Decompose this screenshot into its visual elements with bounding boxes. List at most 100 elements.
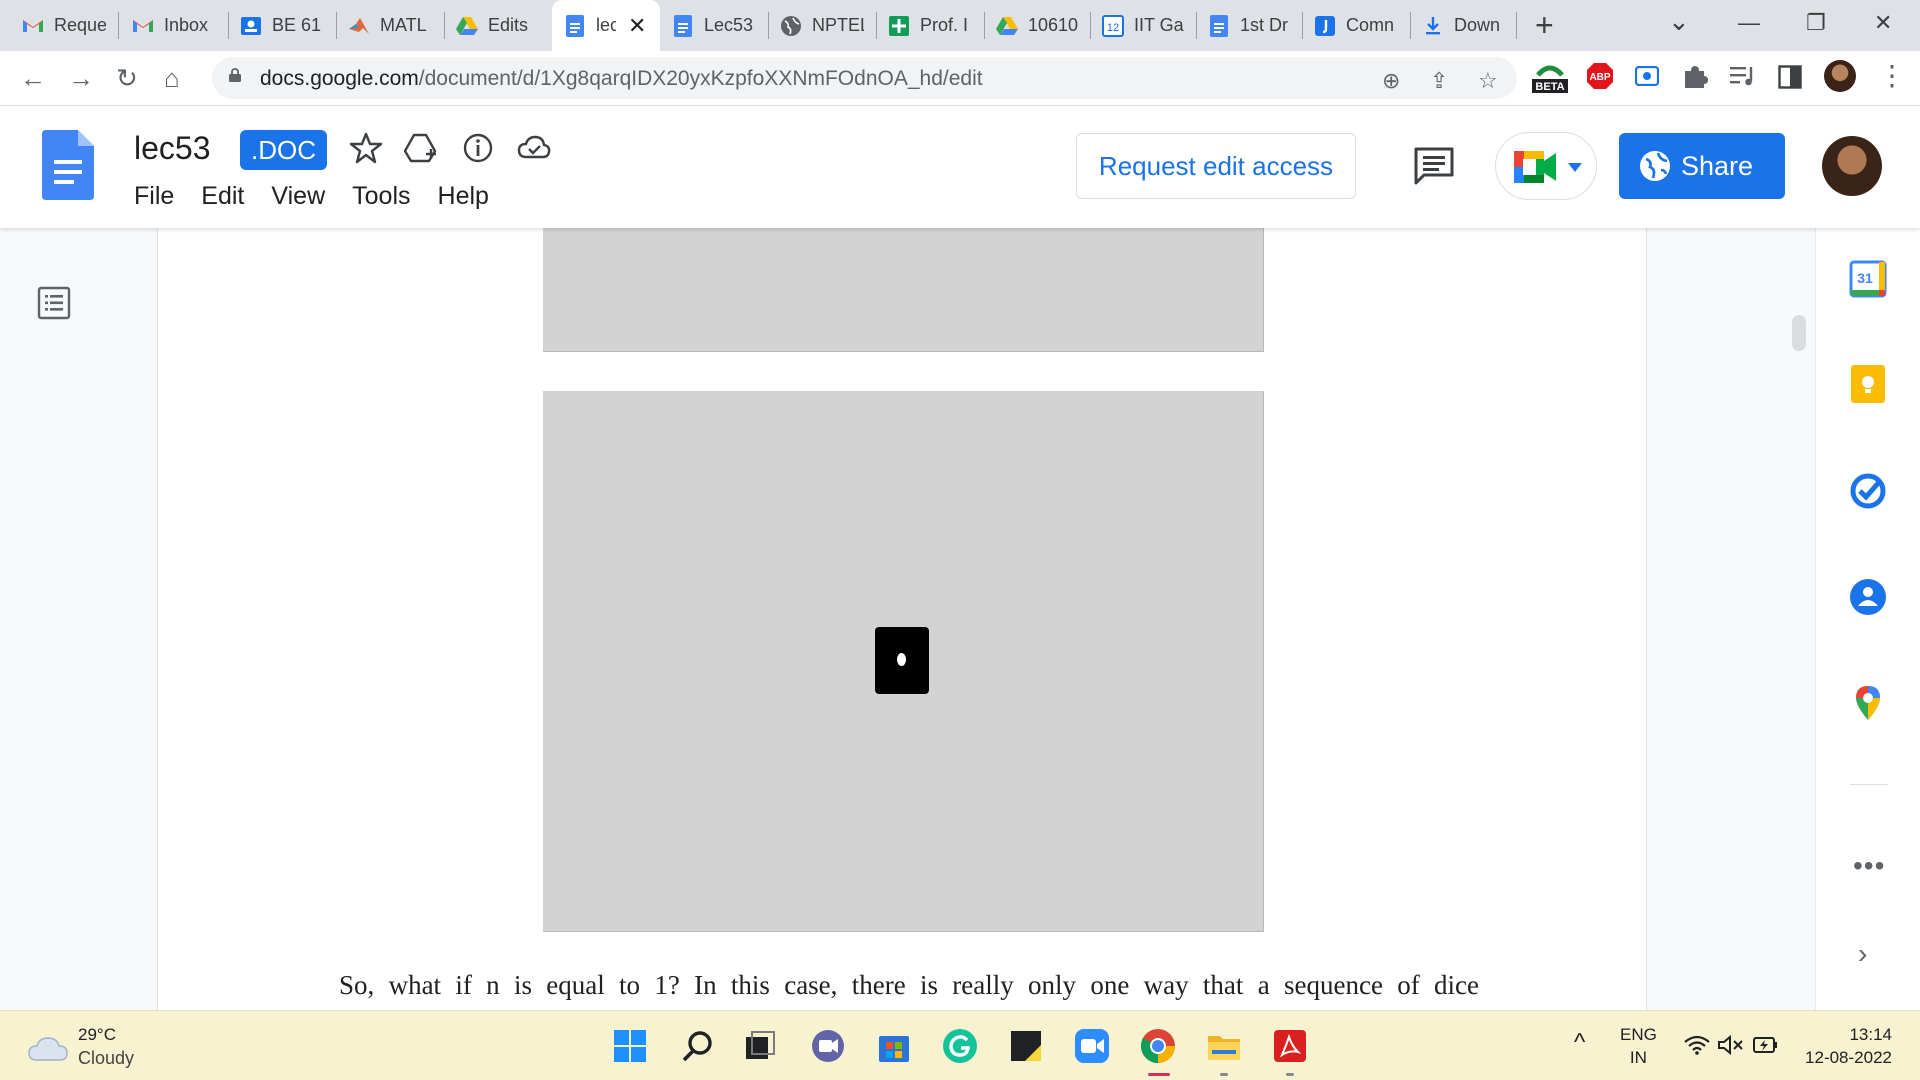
reload-icon[interactable]: ↻ [116,63,138,93]
acrobat-reader-icon[interactable] [1272,1028,1308,1064]
battery-charging-icon[interactable] [1752,1033,1780,1057]
embedded-image[interactable] [543,228,1264,352]
input-language-indicator[interactable]: ENG IN [1620,1023,1657,1069]
menu-file[interactable]: File [134,182,174,211]
lock-icon[interactable] [229,68,241,82]
browser-tab[interactable]: Prof. I [888,0,972,51]
request-edit-access-button[interactable]: Request edit access [1076,133,1356,199]
media-control-icon[interactable] [1730,65,1756,92]
browser-tab[interactable]: Inbox [132,0,216,51]
svg-text:ABP: ABP [1589,72,1610,83]
adblock-icon[interactable]: ABP [1586,62,1614,95]
meet-icon [1514,151,1556,183]
scrollbar-thumb[interactable] [1792,315,1806,351]
tasks-icon[interactable] [1849,472,1887,510]
minimize-icon[interactable]: — [1738,10,1760,36]
document-page[interactable]: So, what if n is equal to 1? In this cas… [157,228,1647,1010]
browser-tab[interactable]: BE 61 [240,0,324,51]
system-clock[interactable]: 13:14 12-08-2022 [1796,1023,1892,1069]
more-icon[interactable]: ••• [1853,850,1885,882]
zoom-app-icon[interactable] [1074,1028,1110,1064]
show-hidden-icons-icon[interactable]: ^ [1574,1029,1585,1057]
file-explorer-icon[interactable] [1206,1028,1242,1064]
beta-extension-icon[interactable]: BETA [1530,57,1570,102]
back-arrow-icon[interactable]: ← [20,63,46,93]
keep-icon[interactable] [1849,365,1887,403]
restore-icon[interactable]: ❐ [1806,10,1826,36]
browser-tab[interactable]: NPTEL [780,0,864,51]
zoom-icon[interactable]: ⊕ [1382,68,1400,94]
search-icon[interactable] [680,1028,716,1064]
close-window-icon[interactable]: ✕ [1874,10,1892,36]
document-outline-icon[interactable] [37,286,71,320]
user-avatar[interactable] [1822,136,1882,196]
star-icon[interactable] [348,130,384,166]
address-bar[interactable]: docs.google.com/document/d/1Xg8qarqIDX20… [212,57,1517,99]
contacts-icon[interactable] [1849,578,1887,616]
browser-tab[interactable]: Down [1422,0,1506,51]
grammarly-icon[interactable] [942,1028,978,1064]
move-to-drive-icon[interactable] [402,130,438,166]
browser-menu-icon[interactable]: ⋮ [1878,61,1906,91]
browser-toolbar: ← → ↻ ⌂ docs.google.com/document/d/1Xg8q… [0,51,1920,106]
new-tab-button[interactable]: + [1535,8,1554,42]
docs-header: lec53 .DOC File Edit View Tools Help Req… [0,106,1920,228]
cloud-saved-icon[interactable] [516,130,552,166]
calendar-icon: 12 [1102,14,1124,37]
browser-tab[interactable]: Lec53 [672,0,756,51]
forward-arrow-icon[interactable]: → [68,63,94,93]
acrobat-running-indicator [1286,1073,1294,1076]
menu-edit[interactable]: Edit [201,182,244,211]
chevron-right-icon[interactable]: › [1858,938,1867,970]
bookmark-star-icon[interactable]: ☆ [1478,68,1498,94]
calendar-icon[interactable]: 31 [1849,260,1887,298]
chrome-icon[interactable] [1140,1028,1176,1064]
tab-title: Edits [488,15,529,35]
maps-icon[interactable] [1849,684,1887,722]
browser-tab[interactable]: Reque [22,0,106,51]
puzzle-icon[interactable] [1682,63,1708,94]
browser-tab[interactable]: Comn [1314,0,1398,51]
gmail-icon [22,15,44,37]
profile-avatar[interactable] [1824,60,1856,92]
sticky-notes-icon[interactable] [1008,1028,1044,1064]
document-title[interactable]: lec53 [134,130,211,167]
teams-chat-icon[interactable] [810,1028,846,1064]
home-icon[interactable]: ⌂ [164,63,180,93]
meet-button[interactable] [1495,132,1597,200]
info-icon[interactable] [460,130,496,166]
docs-icon [564,14,586,37]
screen-capture-icon[interactable] [1634,65,1660,91]
browser-tab[interactable]: 12 IIT Ga [1102,0,1186,51]
comments-icon[interactable] [1413,146,1455,186]
chevron-down-icon [1568,163,1582,172]
menu-help[interactable]: Help [438,182,489,211]
microsoft-store-icon[interactable] [876,1028,912,1064]
wifi-icon[interactable] [1684,1035,1710,1055]
url-text[interactable]: docs.google.com/document/d/1Xg8qarqIDX20… [260,67,983,91]
windows-start-icon[interactable] [612,1028,648,1064]
drive-icon [456,15,478,37]
clock-time: 13:14 [1849,1025,1892,1044]
browser-tab[interactable]: MATL [348,0,432,51]
tab-title: Inbox [164,15,209,35]
document-canvas[interactable]: So, what if n is equal to 1? In this cas… [0,228,1815,1010]
document-paragraph[interactable]: So, what if n is equal to 1? In this cas… [339,970,1479,1001]
task-view-icon[interactable] [742,1028,778,1064]
embedded-image-die[interactable] [543,391,1264,932]
browser-tab[interactable]: 10610 [996,0,1080,51]
menu-tools[interactable]: Tools [352,182,410,211]
browser-tab-active[interactable]: lec ✕ [552,0,660,51]
browser-tab[interactable]: 1st Dr [1208,0,1292,51]
globe-icon [1640,151,1670,181]
browser-tab[interactable]: Edits [456,0,540,51]
docs-logo-icon[interactable] [42,130,94,200]
share-button[interactable]: Share [1619,133,1785,199]
die-face-icon [875,627,929,694]
sidebar-icon[interactable] [1778,65,1802,94]
volume-muted-icon[interactable] [1718,1035,1744,1055]
menu-view[interactable]: View [271,182,325,211]
share-page-icon[interactable]: ⇪ [1430,68,1448,94]
close-tab-icon[interactable]: ✕ [628,13,646,39]
tab-search-icon[interactable]: ⌄ [1668,6,1690,37]
